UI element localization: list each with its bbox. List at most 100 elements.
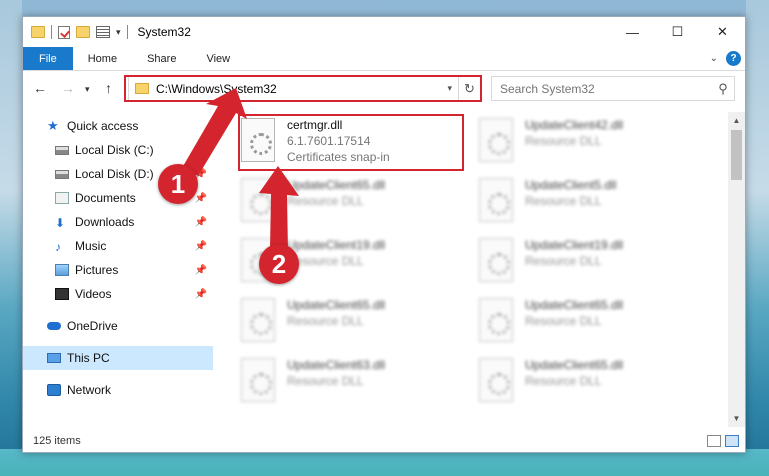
- documents-icon: [55, 192, 69, 204]
- sidebar-item-downloads[interactable]: ⬇ Downloads 📌: [23, 210, 213, 234]
- network-icon: [47, 384, 61, 396]
- search-icon[interactable]: ⚲: [712, 81, 734, 97]
- file-name: UpdateClient19.dll: [525, 238, 624, 252]
- pin-icon[interactable]: 📌: [195, 241, 207, 252]
- tab-home[interactable]: Home: [73, 47, 132, 70]
- file-description: Resource DLL: [287, 254, 364, 268]
- step-2-badge: 2: [259, 244, 299, 284]
- star-icon: ★: [47, 118, 59, 133]
- list-item[interactable]: UpdateClient63.dll Resource DLL: [241, 354, 471, 414]
- file-name: UpdateClient63.dll: [287, 358, 386, 372]
- help-icon[interactable]: ?: [726, 51, 741, 66]
- properties-icon[interactable]: [96, 26, 110, 38]
- list-item[interactable]: UpdateClient5.dll Resource DLL: [479, 174, 709, 234]
- scroll-up-icon[interactable]: ▲: [728, 112, 745, 129]
- search-input[interactable]: [492, 81, 712, 96]
- sidebar-item-label: This PC: [67, 351, 110, 365]
- pin-icon[interactable]: 📌: [195, 193, 207, 204]
- tab-share[interactable]: Share: [132, 47, 191, 70]
- desktop-background-left: [0, 0, 22, 476]
- search-box[interactable]: ⚲: [491, 76, 735, 101]
- list-item[interactable]: UpdateClient19.dll Resource DLL: [479, 234, 709, 294]
- list-item[interactable]: UpdateClient65.dll Resource DLL: [479, 294, 709, 354]
- sidebar-item-label: Quick access: [67, 119, 139, 133]
- window-title: System32: [137, 25, 191, 39]
- pictures-icon: [55, 264, 69, 276]
- large-icons-view-icon[interactable]: [725, 435, 739, 447]
- pin-icon[interactable]: 📌: [195, 265, 207, 276]
- ribbon-tabs: File Home Share View ⌄ ?: [23, 47, 745, 71]
- list-item[interactable]: UpdateClient65.dll Resource DLL: [479, 354, 709, 414]
- dll-file-icon: [241, 178, 275, 222]
- sidebar-item-label: Local Disk (D:): [75, 167, 154, 181]
- file-name: UpdateClient65.dll: [287, 178, 386, 192]
- list-item[interactable]: UpdateClient42.dll Resource DLL: [479, 114, 709, 174]
- recent-locations-icon[interactable]: ▾: [85, 84, 90, 95]
- sidebar-item-network[interactable]: Network: [23, 378, 213, 402]
- maximize-button[interactable]: ☐: [655, 17, 700, 47]
- properties-check-icon[interactable]: [58, 25, 70, 39]
- sidebar-item-label: Local Disk (C:): [75, 143, 154, 157]
- file-name: UpdateClient5.dll: [525, 178, 617, 192]
- sidebar-item-this-pc[interactable]: This PC: [23, 346, 213, 370]
- toolbar-separator: [126, 25, 128, 39]
- sidebar-item-onedrive[interactable]: OneDrive: [23, 314, 213, 338]
- desktop-background-bottom: [0, 449, 769, 476]
- forward-arrow-icon[interactable]: →: [61, 80, 75, 96]
- navigation-pane: ★ Quick access Local Disk (C:) 📌 Local D…: [23, 112, 213, 427]
- download-icon: ⬇: [55, 216, 66, 230]
- file-item-certmgr[interactable]: certmgr.dll 6.1.7601.17514 Certificates …: [241, 114, 471, 174]
- dll-file-icon: [241, 298, 275, 342]
- back-arrow-icon[interactable]: ←: [33, 80, 47, 96]
- desktop-background-right: [746, 0, 769, 476]
- sidebar-item-label: Network: [67, 383, 112, 397]
- sidebar-item-videos[interactable]: Videos 📌: [23, 282, 213, 306]
- pin-icon[interactable]: 📌: [195, 145, 207, 156]
- minimize-button[interactable]: —: [610, 17, 655, 47]
- sidebar-item-label: Music: [75, 239, 107, 253]
- file-description: Resource DLL: [525, 314, 602, 328]
- new-folder-icon[interactable]: [76, 26, 90, 38]
- up-arrow-icon[interactable]: ↑: [105, 80, 112, 96]
- file-description: Resource DLL: [525, 134, 602, 148]
- file-description: Resource DLL: [525, 194, 602, 208]
- expand-ribbon-icon[interactable]: ⌄: [710, 53, 718, 64]
- item-count: 125 items: [33, 435, 81, 447]
- dll-file-icon: [479, 178, 513, 222]
- pin-icon[interactable]: 📌: [195, 289, 207, 300]
- explorer-window: ▾ System32 — ☐ ✕ File Home Share View ⌄ …: [22, 16, 746, 453]
- list-item[interactable]: UpdateClient65.dll Resource DLL: [241, 294, 471, 354]
- refresh-icon[interactable]: ↻: [458, 77, 480, 100]
- dll-file-icon: [479, 238, 513, 282]
- dll-file-icon: [241, 358, 275, 402]
- address-path[interactable]: C:\Windows\System32: [156, 82, 447, 96]
- sidebar-item-pictures[interactable]: Pictures 📌: [23, 258, 213, 282]
- address-dropdown-icon[interactable]: ▾: [447, 83, 452, 94]
- title-bar: ▾ System32 — ☐ ✕: [23, 17, 745, 47]
- file-version: 6.1.7601.17514: [287, 134, 371, 148]
- sidebar-item-quick-access[interactable]: ★ Quick access: [23, 114, 213, 138]
- file-name: UpdateClient19.dll: [287, 238, 386, 252]
- tab-file[interactable]: File: [23, 47, 73, 70]
- status-bar: 125 items: [23, 430, 745, 452]
- file-description: Resource DLL: [525, 254, 602, 268]
- scroll-down-icon[interactable]: ▼: [728, 410, 745, 427]
- address-bar[interactable]: C:\Windows\System32 ▾ ↻: [128, 76, 481, 101]
- cloud-icon: [47, 322, 61, 330]
- customize-toolbar-icon[interactable]: ▾: [116, 27, 121, 38]
- file-description: Resource DLL: [525, 374, 602, 388]
- sidebar-item-music[interactable]: ♪ Music 📌: [23, 234, 213, 258]
- file-description: Resource DLL: [287, 194, 364, 208]
- pin-icon[interactable]: 📌: [195, 217, 207, 228]
- sidebar-item-label: Pictures: [75, 263, 119, 277]
- dll-file-icon: [479, 118, 513, 162]
- scrollbar-thumb[interactable]: [731, 130, 742, 180]
- vertical-scrollbar[interactable]: ▲ ▼: [728, 112, 745, 427]
- folder-icon: [31, 26, 45, 38]
- close-button[interactable]: ✕: [700, 17, 745, 47]
- tab-view[interactable]: View: [191, 47, 245, 70]
- navigation-bar: ← → ▾ ↑ C:\Windows\System32 ▾ ↻ ⚲: [23, 74, 745, 104]
- sidebar-item-local-disk-c[interactable]: Local Disk (C:) 📌: [23, 138, 213, 162]
- details-view-icon[interactable]: [707, 435, 721, 447]
- list-item[interactable]: UpdateClient65.dll Resource DLL: [241, 174, 471, 234]
